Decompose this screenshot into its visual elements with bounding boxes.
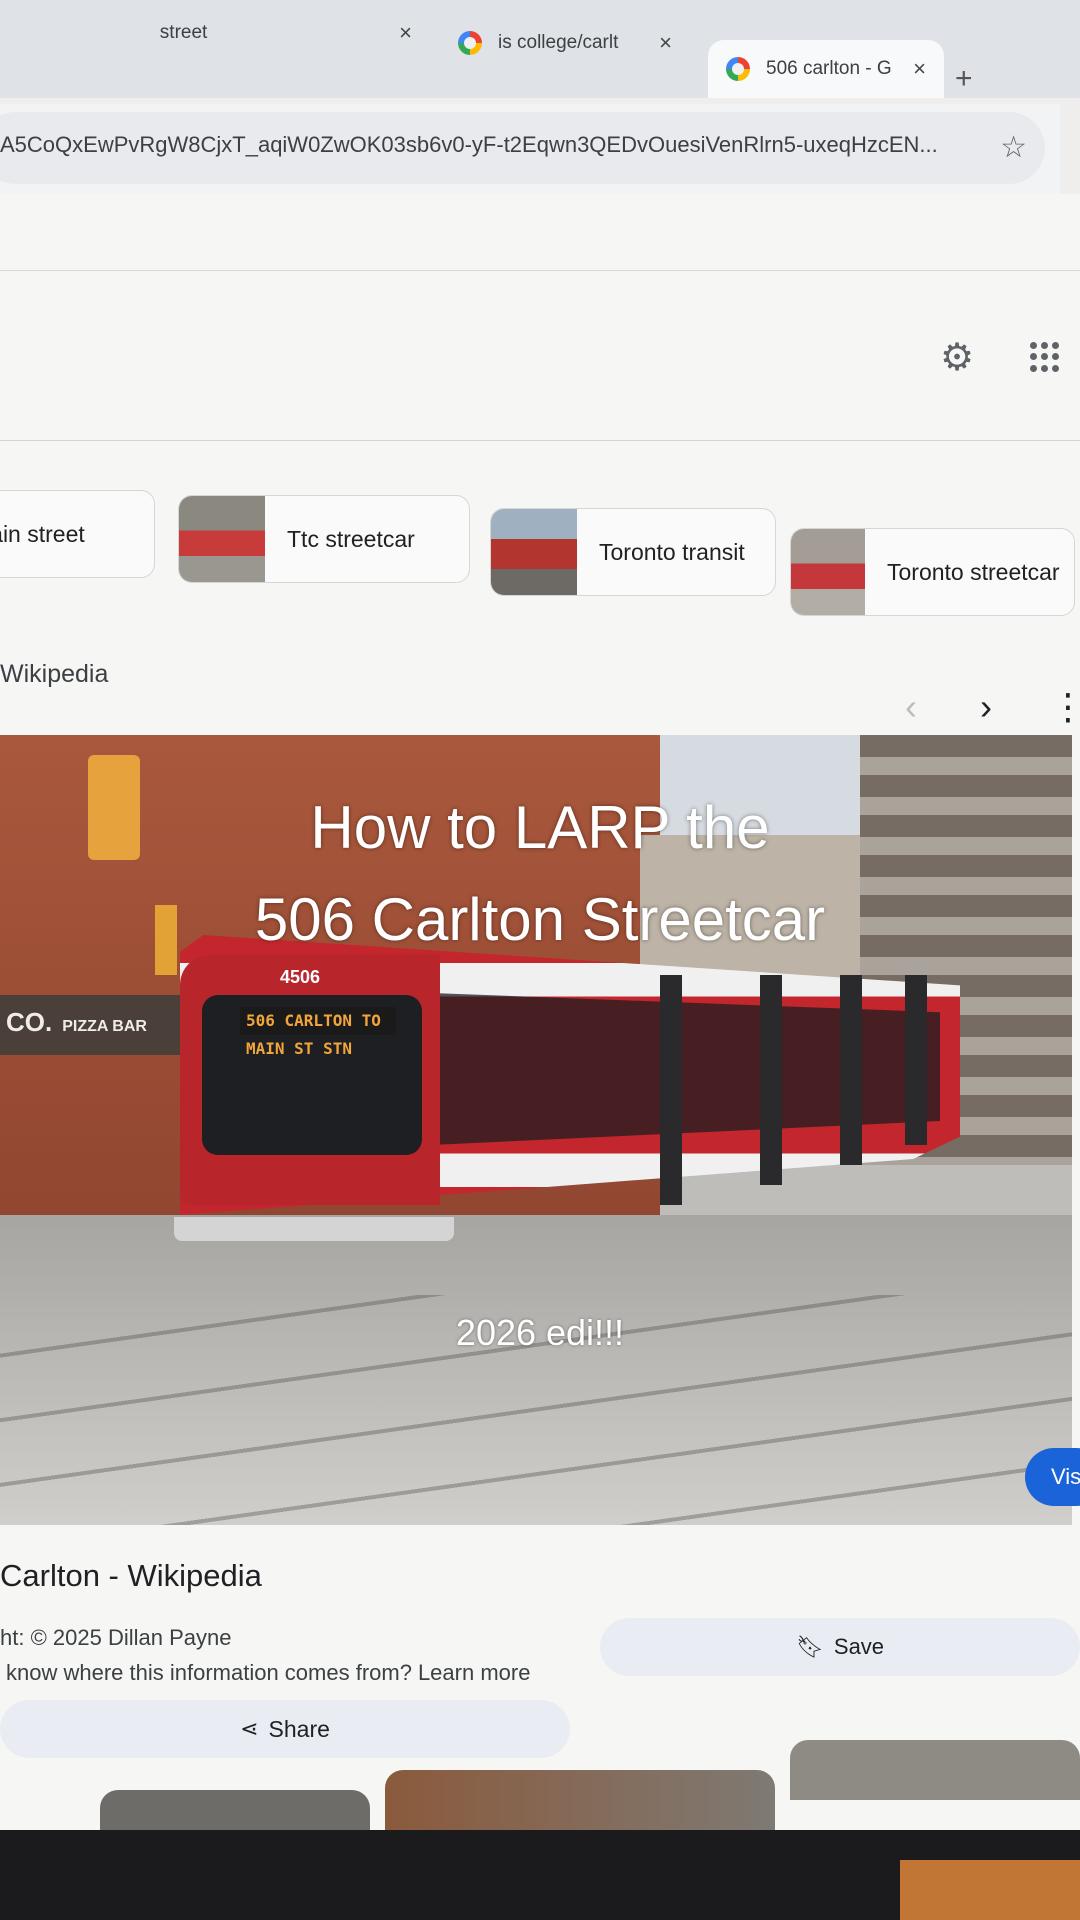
info-question: know where this information comes from?	[6, 1660, 412, 1685]
chip-main-street[interactable]: Main street	[0, 490, 155, 578]
desk-surface	[900, 1860, 1080, 1920]
chip-label: Toronto streetcar	[887, 558, 1060, 585]
divider	[0, 440, 1080, 441]
streetcar-joint	[840, 975, 862, 1165]
streetcar-joint	[760, 975, 782, 1185]
google-icon	[458, 31, 482, 55]
chip-label: Ttc streetcar	[287, 525, 415, 552]
close-icon[interactable]: ×	[913, 56, 926, 82]
save-button[interactable]: 🔖︎ Save	[600, 1618, 1080, 1676]
divider	[0, 270, 1080, 271]
related-images-row	[0, 1740, 1080, 1850]
related-image[interactable]	[385, 1770, 775, 1830]
chip-thumbnail	[179, 496, 265, 582]
overlay-title: How to LARP the 506 Carlton Streetcar	[0, 782, 1080, 966]
related-image[interactable]	[790, 1740, 1080, 1800]
save-label: Save	[833, 1634, 885, 1659]
learn-more-link[interactable]: Learn more	[418, 1660, 531, 1685]
overlay-title-line2: 506 Carlton Streetcar	[254, 886, 826, 953]
gear-icon[interactable]: ⚙	[940, 335, 974, 380]
chip-toronto-transit[interactable]: Toronto transit	[490, 508, 776, 596]
new-tab-button[interactable]: +	[955, 62, 973, 96]
close-icon[interactable]: ×	[399, 20, 412, 46]
chip-ttc-streetcar[interactable]: Ttc streetcar	[178, 495, 470, 583]
google-icon	[726, 57, 750, 81]
close-icon[interactable]: ×	[659, 30, 672, 56]
streetcar-joint	[660, 975, 682, 1205]
tab-title: is college/carlt	[498, 32, 619, 53]
tab-title: street	[159, 22, 208, 43]
url-field[interactable]: A5CoQxEwPvRgW8CjxT_aqiW0ZwOK03sb6v0-yF-t…	[0, 112, 1045, 184]
star-icon[interactable]: ☆	[1000, 130, 1027, 165]
destination-sign: 506 CARLTON TO MAIN ST STN	[240, 1007, 396, 1058]
streetcar-number: 4506	[280, 967, 321, 987]
chip-thumbnail	[791, 529, 865, 615]
overlay-subtitle: 2026 edi!!!	[455, 1312, 625, 1353]
share-icon: ⋖	[240, 1716, 259, 1741]
chip-label: Toronto transit	[599, 538, 745, 565]
tab-title: 506 carlton - G	[766, 58, 892, 79]
tab-street[interactable]: street ×	[0, 4, 430, 62]
address-bar: A5CoQxEwPvRgW8CjxT_aqiW0ZwOK03sb6v0-yF-t…	[0, 104, 1060, 194]
streetcar-bumper	[174, 1217, 454, 1241]
shop-sign: CO. PIZZA BAR	[6, 1007, 147, 1037]
tab-strip: street × is college/carlt × 506 carlton …	[0, 0, 1080, 98]
streetcar-joint	[905, 975, 927, 1145]
result-source[interactable]: Wikipedia	[0, 660, 108, 689]
result-title[interactable]: Carlton - Wikipedia	[0, 1558, 262, 1594]
info-text: know where this information comes from? L…	[6, 1660, 530, 1686]
bookmark-icon: 🔖︎	[795, 1634, 824, 1659]
copyright-text: ht: © 2025 Dillan Payne	[0, 1625, 232, 1650]
chip-label: Main street	[0, 520, 85, 547]
visit-button[interactable]: Visi	[1025, 1448, 1080, 1506]
overlay-title-line1: How to LARP the	[310, 794, 770, 861]
url-text: A5CoQxEwPvRgW8CjxT_aqiW0ZwOK03sb6v0-yF-t…	[0, 132, 938, 157]
share-label: Share	[268, 1715, 330, 1742]
more-options-icon[interactable]: ⋮	[1050, 686, 1080, 728]
tab-college[interactable]: is college/carlt ×	[440, 14, 690, 72]
chip-toronto-streetcar[interactable]: Toronto streetcar	[790, 528, 1075, 616]
share-button[interactable]: ⋖ Share	[0, 1700, 570, 1758]
chip-thumbnail	[491, 509, 577, 595]
apps-grid-icon[interactable]	[1030, 342, 1060, 372]
chevron-left-icon[interactable]: ‹	[905, 686, 917, 728]
chevron-right-icon[interactable]: ›	[980, 686, 992, 728]
tab-506-carlton[interactable]: 506 carlton - G ×	[708, 40, 944, 98]
